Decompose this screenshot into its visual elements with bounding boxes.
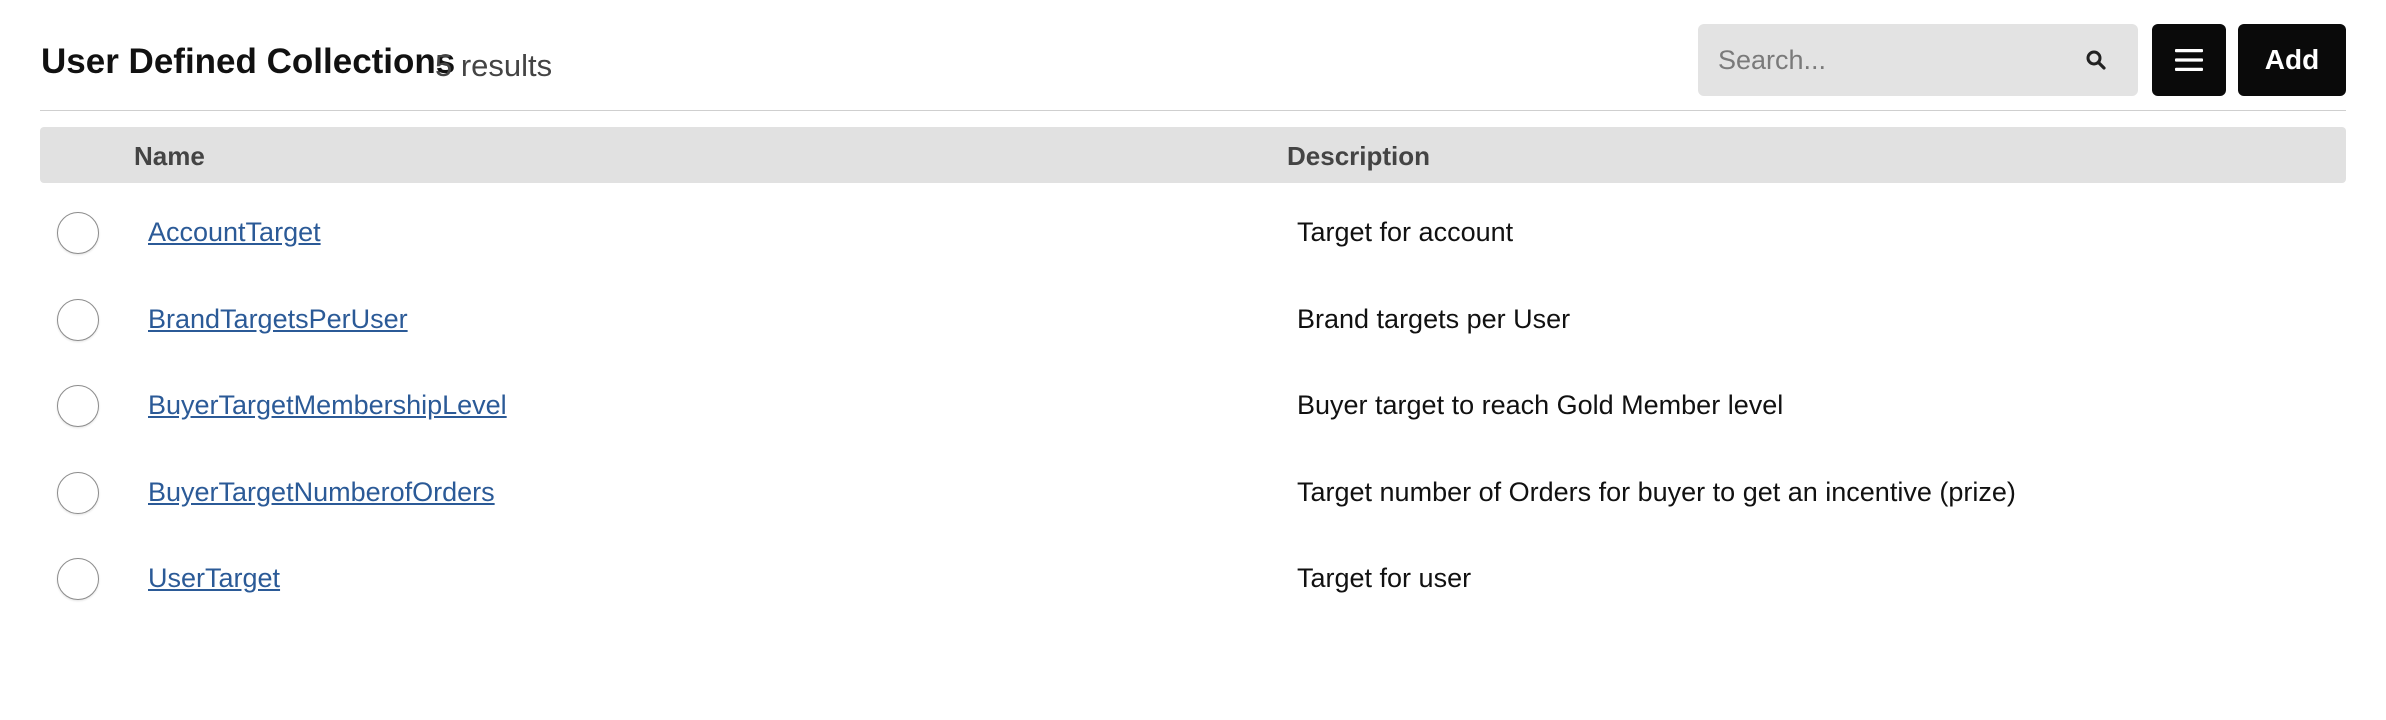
- collection-name-link[interactable]: BrandTargetsPerUser: [148, 304, 408, 335]
- table-row: AccountTarget Target for account: [40, 190, 2346, 277]
- table-header: Name Description: [40, 127, 2346, 183]
- row-select-radio[interactable]: [57, 212, 99, 254]
- collection-description: Buyer target to reach Gold Member level: [1297, 390, 1784, 420]
- row-select-radio[interactable]: [57, 298, 99, 341]
- column-header-name[interactable]: Name: [134, 141, 205, 172]
- collection-description: Target number of Orders for buyer to get…: [1297, 476, 2016, 507]
- collection-name-link[interactable]: BuyerTargetNumberofOrders: [148, 477, 495, 508]
- table-row: BrandTargetsPerUser Brand targets per Us…: [40, 277, 2346, 364]
- search-input[interactable]: [1718, 24, 2058, 96]
- row-select-radio[interactable]: [57, 471, 99, 514]
- row-select-radio[interactable]: [57, 385, 99, 427]
- result-count: 5 results: [435, 48, 553, 83]
- page-header: User Defined Collections 5 results Add: [40, 24, 2346, 96]
- column-header-description[interactable]: Description: [1287, 141, 1430, 172]
- page-title: User Defined Collections: [41, 42, 456, 81]
- header-divider: [40, 110, 2346, 111]
- search-icon[interactable]: [2084, 48, 2108, 72]
- table-body: AccountTarget Target for account BrandTa…: [40, 190, 2346, 623]
- collection-description: Target for account: [1297, 217, 1514, 247]
- add-button[interactable]: Add: [2238, 24, 2346, 96]
- hamburger-menu-icon: [2175, 49, 2203, 71]
- menu-button[interactable]: [2152, 24, 2226, 96]
- search-box: [1698, 24, 2138, 96]
- row-select-radio[interactable]: [57, 558, 99, 600]
- table-row: BuyerTargetNumberofOrders Target number …: [40, 450, 2346, 537]
- collection-description: Brand targets per User: [1297, 303, 1571, 334]
- page: User Defined Collections 5 results Add N…: [0, 0, 2386, 720]
- collection-name-link[interactable]: UserTarget: [148, 563, 280, 594]
- collection-name-link[interactable]: AccountTarget: [148, 217, 321, 248]
- collection-description: Target for user: [1297, 563, 1472, 593]
- table-row: UserTarget Target for user: [40, 536, 2346, 623]
- table-row: BuyerTargetMembershipLevel Buyer target …: [40, 363, 2346, 450]
- collection-name-link[interactable]: BuyerTargetMembershipLevel: [148, 390, 507, 421]
